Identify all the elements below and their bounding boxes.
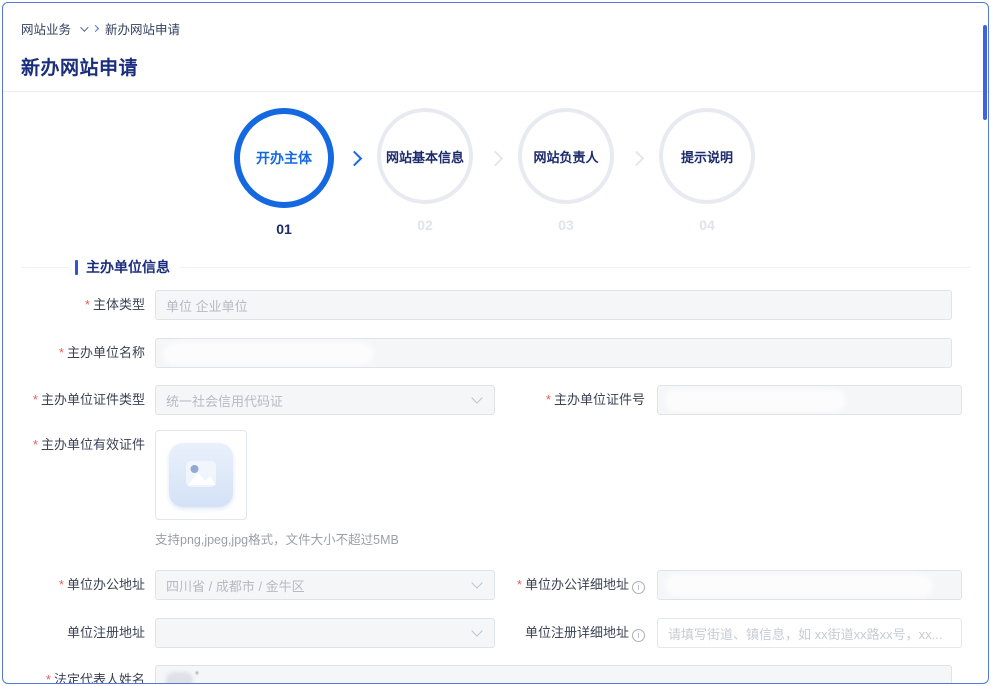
chevron-down-icon bbox=[471, 577, 482, 588]
required-asterisk: * bbox=[59, 345, 64, 360]
organizer-info-form: *主体类型 单位 企业单位 *主办单位名称 *主办单位证件类型 统一社会信用代码… bbox=[3, 290, 988, 684]
subject-type-input[interactable]: 单位 企业单位 bbox=[155, 290, 952, 320]
chevron-down-icon[interactable] bbox=[80, 23, 88, 31]
page-panel: 网站业务 新办网站申请 新办网站申请 开办主体 01 网站基本信息 02 网站负… bbox=[2, 2, 989, 684]
subject-type-value: 单位 企业单位 bbox=[166, 296, 248, 315]
cert-no-input[interactable] bbox=[657, 385, 962, 415]
step-connector-icon bbox=[488, 150, 504, 166]
section-accent-bar bbox=[75, 260, 78, 275]
breadcrumb-separator-icon bbox=[92, 25, 99, 32]
required-asterisk: * bbox=[33, 392, 38, 407]
reg-addr-detail-input[interactable]: 请填写街道、镇信息，如 xx街道xx路xx号，xx... bbox=[657, 618, 962, 648]
step-2-number: 02 bbox=[417, 217, 433, 233]
info-icon[interactable]: i bbox=[632, 581, 645, 594]
required-asterisk: * bbox=[46, 672, 51, 684]
title-divider bbox=[3, 91, 988, 92]
upload-hint: 支持png,jpeg,jpg格式，文件大小不超过5MB bbox=[155, 529, 399, 548]
legal-rep-mask-mark: * bbox=[195, 670, 199, 681]
breadcrumb-item-website-business[interactable]: 网站业务 bbox=[21, 19, 71, 38]
certificate-upload-button[interactable] bbox=[155, 430, 247, 520]
reg-addr-detail-label: 单位注册详细地址i bbox=[505, 618, 645, 648]
section-header-organizer-info: 主办单位信息 bbox=[21, 257, 970, 277]
office-addr-select[interactable]: 四川省 / 成都市 / 金牛区 bbox=[155, 570, 495, 600]
step-1-number: 01 bbox=[276, 221, 292, 237]
reg-addr-select[interactable] bbox=[155, 618, 495, 648]
office-addr-detail-label: *单位办公详细地址i bbox=[505, 570, 645, 600]
required-asterisk: * bbox=[59, 577, 64, 592]
section-title: 主办单位信息 bbox=[86, 257, 170, 277]
org-name-input[interactable] bbox=[155, 338, 952, 368]
step-3-circle[interactable]: 网站负责人 bbox=[518, 108, 614, 204]
chevron-down-icon bbox=[471, 625, 482, 636]
step-4-circle[interactable]: 提示说明 bbox=[659, 108, 755, 204]
step-3-site-manager: 网站负责人 03 bbox=[507, 108, 625, 233]
reg-addr-detail-placeholder: 请填写街道、镇信息，如 xx街道xx路xx号，xx... bbox=[668, 624, 942, 643]
required-asterisk: * bbox=[33, 437, 38, 452]
step-2-circle[interactable]: 网站基本信息 bbox=[377, 108, 473, 204]
org-name-label: *主办单位名称 bbox=[23, 338, 145, 368]
subject-type-label: *主体类型 bbox=[23, 290, 145, 320]
office-addr-label: *单位办公地址 bbox=[23, 570, 145, 600]
page-title: 新办网站申请 bbox=[21, 53, 970, 80]
required-asterisk: * bbox=[85, 297, 90, 312]
office-addr-value: 四川省 / 成都市 / 金牛区 bbox=[166, 576, 305, 595]
required-asterisk: * bbox=[546, 392, 551, 407]
info-icon[interactable]: i bbox=[632, 629, 645, 642]
redacted-value bbox=[166, 672, 193, 685]
breadcrumb-current: 新办网站申请 bbox=[105, 19, 180, 38]
step-4-number: 04 bbox=[699, 217, 715, 233]
redacted-value bbox=[668, 577, 930, 594]
step-2-site-basic-info: 网站基本信息 02 bbox=[366, 108, 484, 233]
required-asterisk: * bbox=[517, 577, 522, 592]
legal-rep-label: *法定代表人姓名 bbox=[23, 665, 145, 684]
cert-type-label: *主办单位证件类型 bbox=[23, 385, 145, 415]
cert-type-select[interactable]: 统一社会信用代码证 bbox=[155, 385, 495, 415]
redacted-value bbox=[668, 392, 843, 409]
scrollbar-thumb[interactable] bbox=[983, 25, 987, 120]
breadcrumb: 网站业务 新办网站申请 bbox=[3, 3, 988, 38]
redacted-value bbox=[166, 345, 371, 362]
reg-addr-label: 单位注册地址 bbox=[23, 618, 145, 648]
step-1-circle[interactable]: 开办主体 bbox=[234, 108, 334, 208]
step-3-number: 03 bbox=[558, 217, 574, 233]
office-addr-detail-input[interactable] bbox=[657, 570, 962, 600]
chevron-down-icon bbox=[471, 392, 482, 403]
cert-file-label: *主办单位有效证件 bbox=[23, 430, 145, 460]
image-placeholder-icon bbox=[169, 443, 233, 507]
wizard-stepper: 开办主体 01 网站基本信息 02 网站负责人 03 提示说明 04 bbox=[3, 108, 988, 237]
step-connector-icon bbox=[629, 150, 645, 166]
step-4-notes: 提示说明 04 bbox=[648, 108, 766, 233]
legal-rep-input[interactable]: * bbox=[155, 665, 952, 684]
step-connector-icon bbox=[347, 150, 363, 166]
cert-type-value: 统一社会信用代码证 bbox=[166, 391, 283, 410]
step-1-opening-subject: 开办主体 01 bbox=[225, 108, 343, 237]
cert-no-label: *主办单位证件号 bbox=[505, 385, 645, 415]
